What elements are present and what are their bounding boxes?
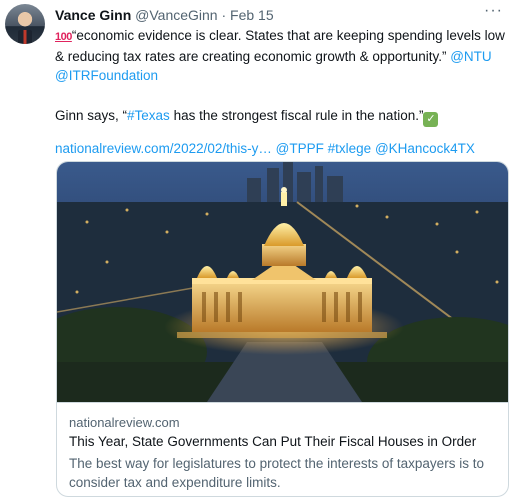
card-divider: [57, 402, 508, 403]
tweet: Vance Ginn @VanceGinn · Feb 15 ··· 100“e…: [0, 0, 517, 503]
more-options-icon[interactable]: ···: [484, 2, 503, 20]
link-preview-card[interactable]: nationalreview.com This Year, State Gove…: [56, 161, 509, 497]
author-handle[interactable]: @VanceGinn: [135, 7, 217, 23]
tweet-text: 100“economic evidence is clear. States t…: [55, 26, 510, 158]
card-description: The best way for legislatures to protect…: [69, 456, 484, 490]
tweet-line-1: 100“economic evidence is clear. States t…: [55, 26, 510, 47]
article-link[interactable]: nationalreview.com/2022/02/this-y…: [55, 141, 272, 156]
author-name[interactable]: Vance Ginn: [55, 7, 131, 23]
hundred-points-icon: 100: [55, 31, 72, 43]
tweet-line-3: @ITRFoundation: [55, 66, 510, 85]
quote-prefix: Ginn says, “: [55, 108, 128, 123]
avatar[interactable]: [5, 4, 45, 44]
card-image-capitol[interactable]: [57, 162, 509, 402]
card-title[interactable]: This Year, State Governments Can Put The…: [69, 434, 476, 449]
date-separator: ·: [221, 7, 227, 23]
tweet-line-5: Ginn says, “#Texas has the strongest fis…: [55, 106, 510, 127]
tweet-text-line-1: “economic evidence is clear. States that…: [71, 28, 505, 43]
mention-ntu[interactable]: @NTU: [450, 49, 491, 64]
mention-itrfoundation[interactable]: @ITRFoundation: [55, 68, 158, 83]
tweet-header: Vance Ginn @VanceGinn · Feb 15: [55, 7, 274, 24]
tweet-date[interactable]: Feb 15: [230, 7, 274, 23]
card-domain: nationalreview.com: [69, 415, 180, 430]
tweet-text-line-2: & reducing tax rates are creating econom…: [55, 49, 451, 64]
tweet-line-2: & reducing tax rates are creating econom…: [55, 47, 510, 66]
tweet-line-7: nationalreview.com/2022/02/this-y… @TPPF…: [55, 139, 510, 158]
hashtag-texas[interactable]: #Texas: [127, 108, 170, 123]
hashtag-txlege[interactable]: #txlege: [328, 141, 372, 156]
quote-suffix: has the strongest fiscal rule in the nat…: [169, 108, 424, 123]
mention-khancock4tx[interactable]: @KHancock4TX: [375, 141, 475, 156]
mention-tppf[interactable]: @TPPF: [276, 141, 324, 156]
check-mark-icon: ✓: [423, 112, 439, 127]
